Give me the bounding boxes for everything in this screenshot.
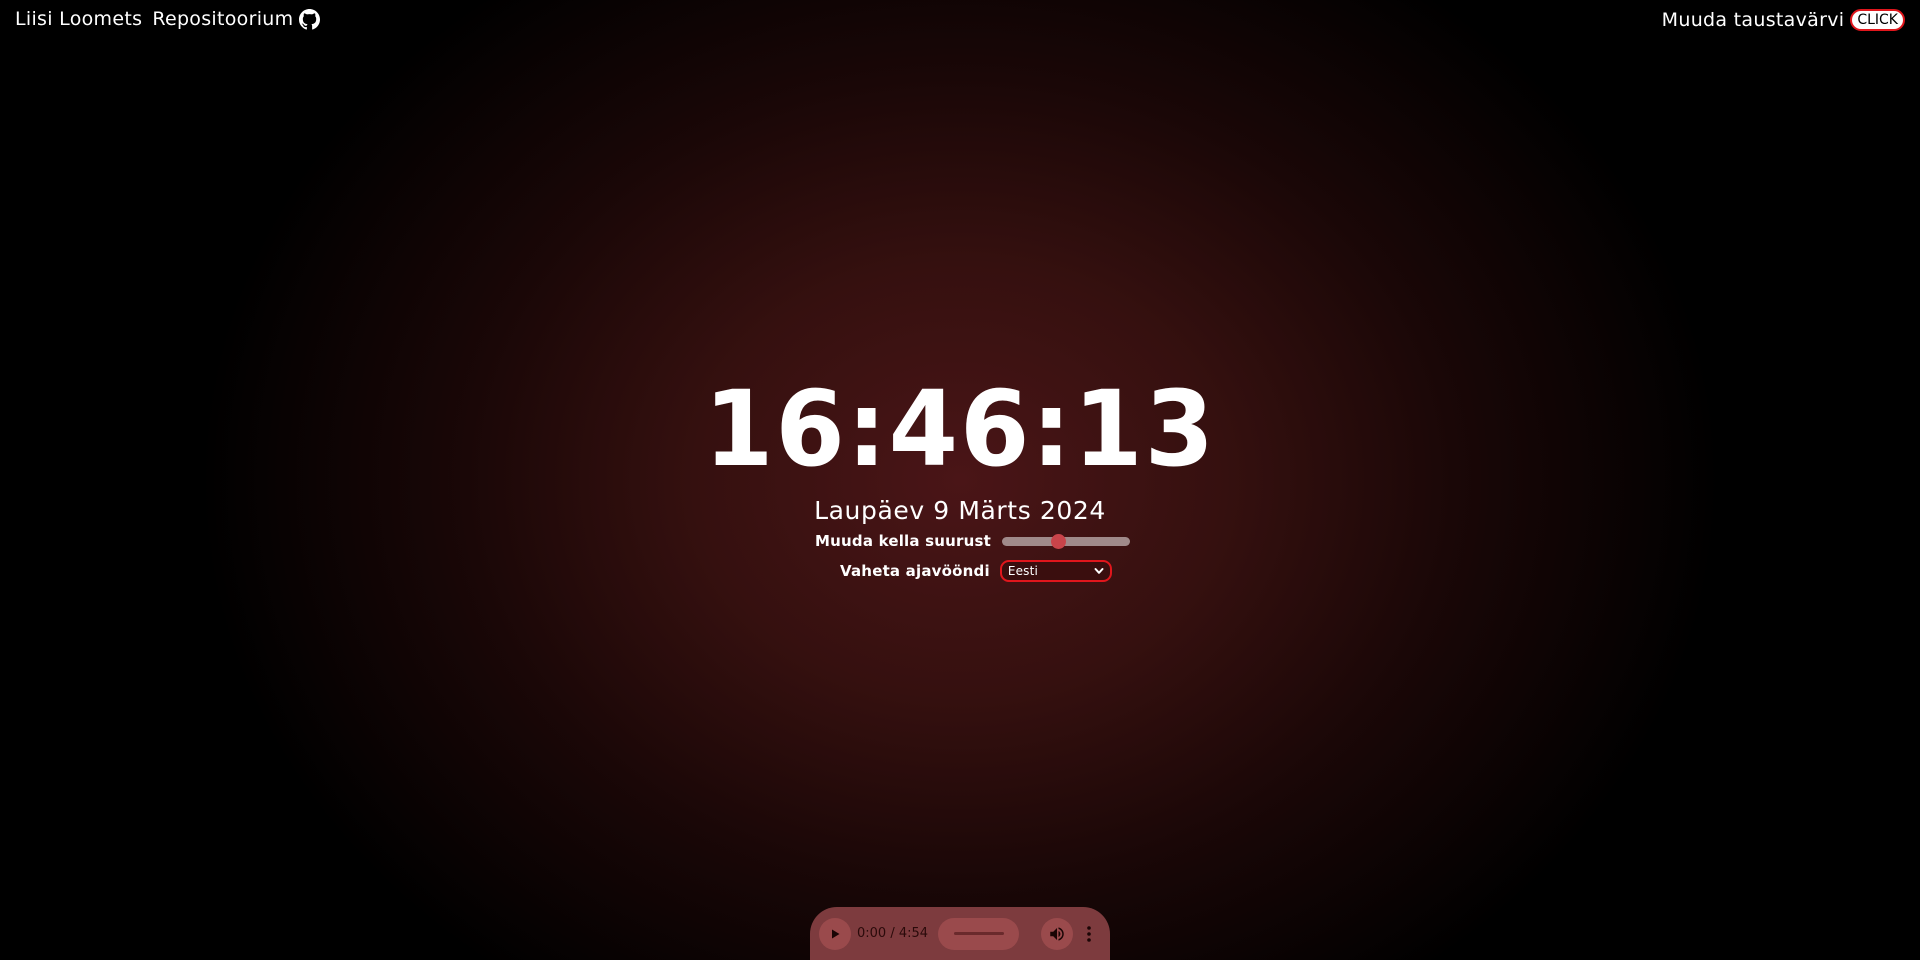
github-icon bbox=[299, 8, 321, 29]
size-label: Muuda kella suurust bbox=[815, 532, 991, 550]
size-control-row: Muuda kella suurust bbox=[815, 530, 1130, 552]
repository-link[interactable]: Repositoorium bbox=[152, 8, 321, 30]
audio-progress-track bbox=[953, 932, 1004, 935]
timezone-selected-value: Eesti bbox=[1007, 564, 1039, 578]
repository-label: Repositoorium bbox=[152, 8, 294, 30]
play-button[interactable] bbox=[819, 917, 851, 950]
volume-button[interactable] bbox=[1041, 917, 1074, 950]
change-background-button[interactable]: CLICK bbox=[1850, 9, 1905, 31]
clock-panel: 16:46:13 Laupäev 9 Märts 2024 bbox=[0, 370, 1920, 526]
timezone-label: Vaheta ajavööndi bbox=[840, 562, 990, 580]
clock-time: 16:46:13 bbox=[703, 368, 1217, 490]
clock-size-slider[interactable] bbox=[1002, 533, 1130, 549]
chevron-down-icon bbox=[1094, 568, 1104, 574]
audio-time: 0:00 / 4:54 bbox=[857, 926, 929, 941]
audio-progress[interactable] bbox=[938, 917, 1020, 950]
volume-icon bbox=[1050, 926, 1064, 941]
top-right-header: Muuda taustavärvi CLICK bbox=[1662, 7, 1905, 33]
play-icon bbox=[832, 929, 840, 938]
top-left-header: Liisi Loomets Repositoorium bbox=[15, 6, 321, 32]
timezone-select[interactable]: Eesti bbox=[999, 560, 1112, 582]
author-name: Liisi Loomets bbox=[15, 8, 143, 30]
slider-thumb[interactable] bbox=[1050, 533, 1066, 549]
timezone-control-row: Vaheta ajavööndi Eesti bbox=[840, 560, 1112, 582]
more-vertical-icon bbox=[1087, 925, 1091, 942]
change-background-label: Muuda taustavärvi bbox=[1661, 9, 1845, 31]
more-options-button[interactable] bbox=[1079, 918, 1099, 950]
clock-date: Laupäev 9 Märts 2024 bbox=[814, 496, 1106, 525]
audio-player: 0:00 / 4:54 bbox=[810, 907, 1110, 960]
